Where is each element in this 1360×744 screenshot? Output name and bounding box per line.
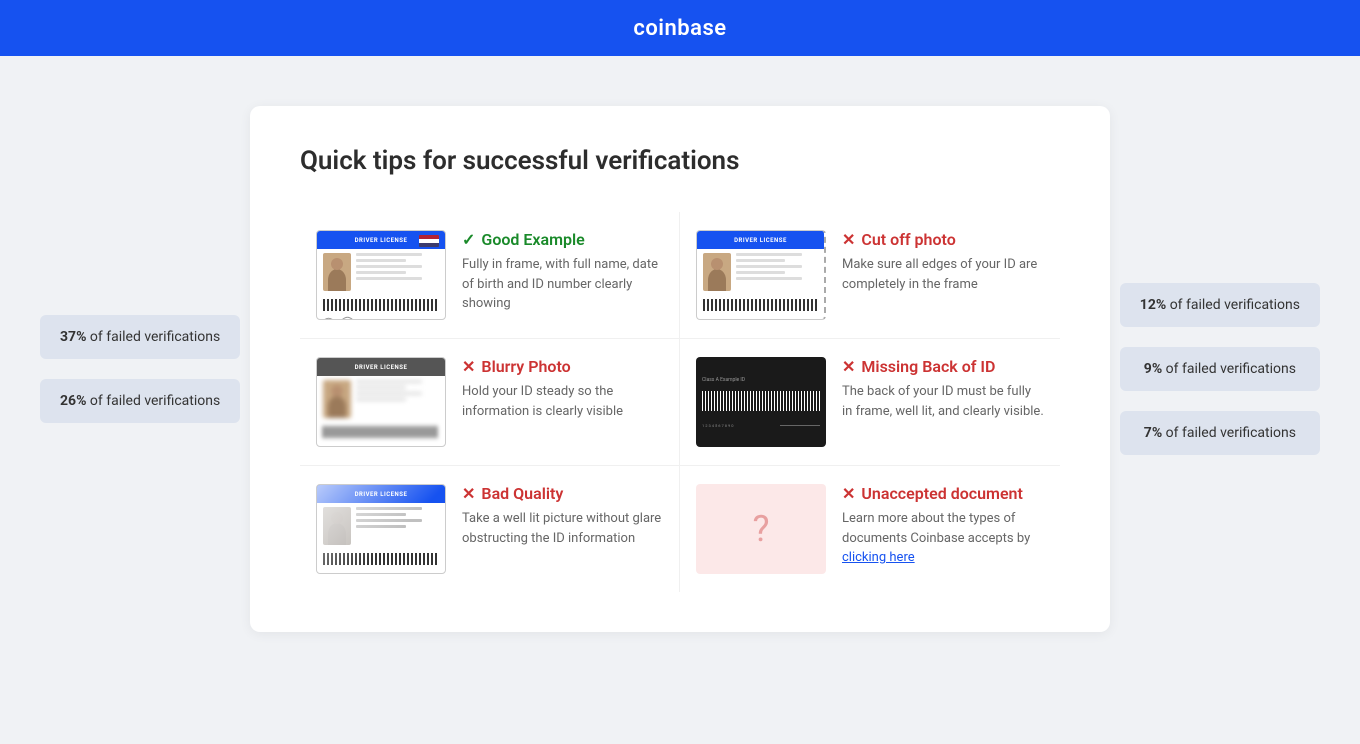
tip-bad-quality: DRIVER LICENSE ✕ xyxy=(300,466,680,592)
x-icon: ✕ xyxy=(842,484,855,503)
tips-card: Quick tips for successful verifications … xyxy=(250,106,1110,632)
id-signature xyxy=(323,315,353,320)
card-title: Quick tips for successful verifications xyxy=(300,146,1060,176)
tip-good-example: DRIVER LICENSE xyxy=(300,212,680,339)
right-stat-1: 12% of failed verifications xyxy=(1120,283,1320,327)
id-info xyxy=(356,253,439,291)
x-icon: ✕ xyxy=(462,484,475,503)
tip-content-unaccepted: ✕ Unaccepted document Learn more about t… xyxy=(842,484,1044,568)
x-icon: ✕ xyxy=(462,357,475,376)
x-icon: ✕ xyxy=(842,230,855,249)
id-mockup-blurry: DRIVER LICENSE xyxy=(316,357,446,447)
id-mockup-good: DRIVER LICENSE xyxy=(316,230,446,320)
right-stat-2: 9% of failed verifications xyxy=(1120,347,1320,391)
tip-content-missing-back: ✕ Missing Back of ID The back of your ID… xyxy=(842,357,1044,421)
tip-title-cutoff: ✕ Cut off photo xyxy=(842,230,1044,249)
x-icon: ✕ xyxy=(842,357,855,376)
glare-overlay xyxy=(317,485,445,573)
tip-title-unaccepted: ✕ Unaccepted document xyxy=(842,484,1044,503)
header: coinbase xyxy=(0,0,1360,56)
id-mockup-unaccepted: ? xyxy=(696,484,826,574)
tip-cutoff: DRIVER LICENSE xyxy=(680,212,1060,339)
id-body xyxy=(317,249,445,295)
right-stats: 12% of failed verifications 9% of failed… xyxy=(1120,283,1320,455)
tip-title-blurry: ✕ Blurry Photo xyxy=(462,357,663,376)
tip-title-good: ✓ Good Example xyxy=(462,230,663,249)
tip-content-cutoff: ✕ Cut off photo Make sure all edges of y… xyxy=(842,230,1044,294)
right-stat-3: 7% of failed verifications xyxy=(1120,411,1320,455)
id-mockup-badquality: DRIVER LICENSE xyxy=(316,484,446,574)
left-stats: 37% of failed verifications 26% of faile… xyxy=(40,315,240,423)
id-mockup-cutoff: DRIVER LICENSE xyxy=(696,230,826,320)
tip-desc-blurry: Hold your ID steady so the information i… xyxy=(462,382,663,421)
tip-desc-missing-back: The back of your ID must be fully in fra… xyxy=(842,382,1044,421)
tips-grid: DRIVER LICENSE xyxy=(300,212,1060,592)
main-content: 37% of failed verifications 26% of faile… xyxy=(0,56,1360,682)
question-mark-icon: ? xyxy=(752,508,769,550)
check-icon: ✓ xyxy=(462,230,475,249)
clicking-here-link[interactable]: clicking here xyxy=(842,550,915,565)
id-flag xyxy=(419,235,439,247)
tip-content-bad-quality: ✕ Bad Quality Take a well lit picture wi… xyxy=(462,484,663,548)
id-barcode xyxy=(323,299,439,311)
left-stat-2: 26% of failed verifications xyxy=(40,379,240,423)
tip-content-blurry: ✕ Blurry Photo Hold your ID steady so th… xyxy=(462,357,663,421)
tip-desc-unaccepted: Learn more about the types of documents … xyxy=(842,509,1044,568)
tip-blurry: DRIVER LICENSE ✕ xyxy=(300,339,680,466)
id-mockup-back: Class A Example ID 1234567890 xyxy=(696,357,826,447)
tip-title-missing-back: ✕ Missing Back of ID xyxy=(842,357,1044,376)
tip-content-good: ✓ Good Example Fully in frame, with full… xyxy=(462,230,663,314)
tip-missing-back: Class A Example ID 1234567890 ✕ Missing … xyxy=(680,339,1060,466)
id-photo xyxy=(323,253,351,291)
coinbase-logo: coinbase xyxy=(633,16,726,41)
tip-unaccepted: ? ✕ Unaccepted document Learn more about… xyxy=(680,466,1060,592)
left-stat-1: 37% of failed verifications xyxy=(40,315,240,359)
tip-title-bad-quality: ✕ Bad Quality xyxy=(462,484,663,503)
tip-desc-bad-quality: Take a well lit picture without glare ob… xyxy=(462,509,663,548)
tip-desc-good: Fully in frame, with full name, date of … xyxy=(462,255,663,314)
tip-desc-cutoff: Make sure all edges of your ID are compl… xyxy=(842,255,1044,294)
